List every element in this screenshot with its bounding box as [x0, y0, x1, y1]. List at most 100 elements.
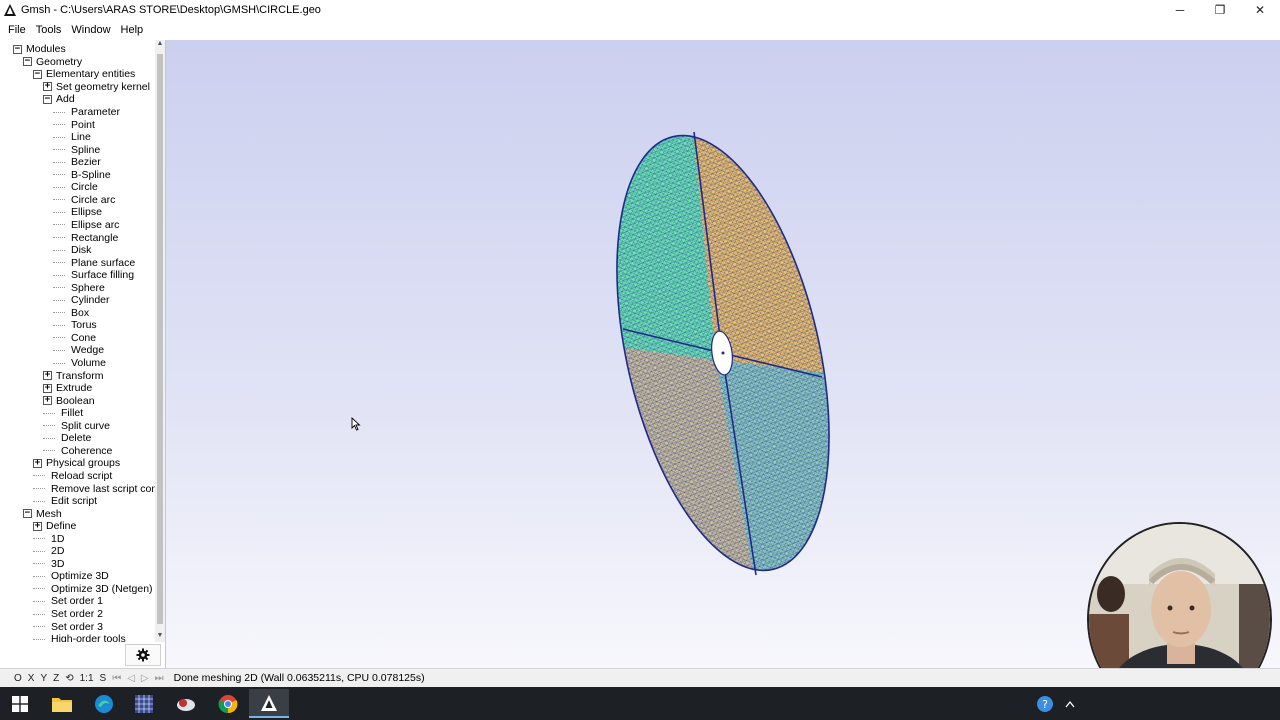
- tree-node[interactable]: Split curve: [43, 420, 110, 433]
- windows-start-button[interactable]: [0, 689, 40, 718]
- tree-node[interactable]: Torus: [53, 319, 97, 332]
- tray-chevron[interactable]: [1060, 689, 1080, 718]
- tree-node[interactable]: High-order tools: [33, 633, 126, 642]
- close-button[interactable]: ✕: [1240, 0, 1280, 20]
- tree-node[interactable]: Parameter: [53, 106, 120, 119]
- taskbar-help[interactable]: ?: [1030, 689, 1060, 718]
- tree-node[interactable]: Edit script: [33, 495, 97, 508]
- collapse-icon[interactable]: −: [23, 509, 32, 519]
- taskbar-chrome[interactable]: [208, 689, 248, 718]
- tree-node[interactable]: + Physical groups: [33, 457, 120, 470]
- tree-node[interactable]: Ellipse arc: [53, 219, 119, 232]
- tree-node-label: Edit script: [51, 495, 98, 508]
- tree-node[interactable]: + Transform: [43, 369, 103, 382]
- tree-connector: [53, 337, 65, 339]
- view-button[interactable]: Z: [53, 673, 59, 684]
- windows-taskbar: ?: [0, 687, 1280, 720]
- expand-icon[interactable]: +: [33, 521, 42, 531]
- collapse-icon[interactable]: −: [13, 44, 22, 54]
- tree-node[interactable]: Delete: [43, 432, 91, 445]
- tree-node[interactable]: B-Spline: [53, 169, 111, 182]
- tree-node[interactable]: + Extrude: [43, 382, 92, 395]
- view-button[interactable]: ⏭: [155, 673, 164, 684]
- view-button[interactable]: X: [28, 673, 35, 684]
- menu-file[interactable]: File: [8, 24, 26, 36]
- tree-node[interactable]: Line: [53, 131, 91, 144]
- tree-node[interactable]: Set order 1: [33, 595, 103, 608]
- taskbar-app-grid[interactable]: [124, 689, 164, 718]
- tree-node[interactable]: − Add: [43, 93, 75, 106]
- tree-node[interactable]: Plane surface: [53, 256, 135, 269]
- tree-node[interactable]: Spline: [53, 143, 100, 156]
- expand-icon[interactable]: +: [43, 82, 52, 92]
- tree-node[interactable]: Box: [53, 307, 89, 320]
- tree-node[interactable]: Remove last script command: [33, 482, 155, 495]
- tree-node[interactable]: − Modules: [13, 43, 66, 56]
- taskbar-file-explorer[interactable]: [42, 689, 82, 718]
- view-button[interactable]: S: [100, 673, 107, 684]
- expand-icon[interactable]: +: [43, 396, 52, 406]
- tree-node[interactable]: + Define: [33, 520, 76, 533]
- tree-node[interactable]: Set order 2: [33, 608, 103, 621]
- tree-node[interactable]: Rectangle: [53, 231, 118, 244]
- tree-node-label: B-Spline: [71, 168, 111, 181]
- tree-node[interactable]: Fillet: [43, 407, 83, 420]
- taskbar-app-cloud[interactable]: [166, 689, 206, 718]
- tree-node[interactable]: Wedge: [53, 344, 104, 357]
- tree-node-label: Spline: [71, 143, 101, 156]
- menu-window[interactable]: Window: [71, 24, 110, 36]
- collapse-icon[interactable]: −: [23, 57, 32, 67]
- expand-icon[interactable]: +: [43, 383, 52, 393]
- tree-node[interactable]: Optimize 3D: [33, 570, 109, 583]
- restore-button[interactable]: ❐: [1200, 0, 1240, 20]
- tree-node[interactable]: Bezier: [53, 156, 101, 169]
- collapse-icon[interactable]: −: [33, 69, 42, 79]
- tree-node[interactable]: Sphere: [53, 281, 105, 294]
- tree-node[interactable]: − Geometry: [23, 56, 82, 69]
- tree-node[interactable]: + Boolean: [43, 394, 95, 407]
- tree-node[interactable]: Cone: [53, 332, 96, 345]
- collapse-icon[interactable]: −: [43, 94, 52, 104]
- taskbar-edge[interactable]: [84, 689, 124, 718]
- scroll-up-arrow-icon[interactable]: ▲: [155, 40, 165, 50]
- tree-node-label: Geometry: [36, 55, 83, 68]
- view-button[interactable]: ⏮: [112, 673, 121, 684]
- tree-node[interactable]: Surface filling: [53, 269, 134, 282]
- scroll-down-arrow-icon[interactable]: ▼: [155, 632, 165, 642]
- options-button[interactable]: [125, 644, 161, 666]
- scrollbar-thumb[interactable]: [157, 54, 163, 624]
- tree-node[interactable]: 2D: [33, 545, 64, 558]
- tree-connector: [53, 161, 65, 163]
- view-button[interactable]: ⟲: [65, 673, 73, 684]
- view-button[interactable]: 1:1: [80, 673, 94, 684]
- tree-node[interactable]: Reload script: [33, 470, 112, 483]
- tree-node[interactable]: Volume: [53, 357, 106, 370]
- tree-node[interactable]: Coherence: [43, 445, 112, 458]
- tree-node[interactable]: + Set geometry kernel: [43, 81, 150, 94]
- tree-connector: [53, 149, 65, 151]
- view-button[interactable]: ◁: [127, 673, 135, 684]
- tree-scrollbar[interactable]: ▲ ▼: [155, 40, 165, 642]
- view-button[interactable]: O: [14, 673, 22, 684]
- minimize-button[interactable]: ─: [1160, 0, 1200, 20]
- tree-node[interactable]: Set order 3: [33, 620, 103, 633]
- tree-node[interactable]: Circle arc: [53, 194, 115, 207]
- tree-node[interactable]: Optimize 3D (Netgen): [33, 583, 153, 596]
- tree-node[interactable]: 1D: [33, 532, 64, 545]
- view-button[interactable]: ▷: [141, 673, 149, 684]
- taskbar-gmsh[interactable]: [249, 689, 289, 718]
- tree-node[interactable]: − Mesh: [23, 507, 62, 520]
- tree-node[interactable]: 3D: [33, 558, 64, 571]
- tree-node[interactable]: Disk: [53, 244, 91, 257]
- tree-connector: [53, 349, 65, 351]
- tree-node[interactable]: Point: [53, 118, 95, 131]
- tree-node[interactable]: Cylinder: [53, 294, 110, 307]
- expand-icon[interactable]: +: [43, 371, 52, 381]
- view-button[interactable]: Y: [40, 673, 47, 684]
- tree-node[interactable]: Ellipse: [53, 206, 102, 219]
- expand-icon[interactable]: +: [33, 458, 42, 468]
- tree-node[interactable]: Circle: [53, 181, 98, 194]
- tree-node[interactable]: − Elementary entities: [33, 68, 135, 81]
- menu-help[interactable]: Help: [121, 24, 144, 36]
- menu-tools[interactable]: Tools: [36, 24, 62, 36]
